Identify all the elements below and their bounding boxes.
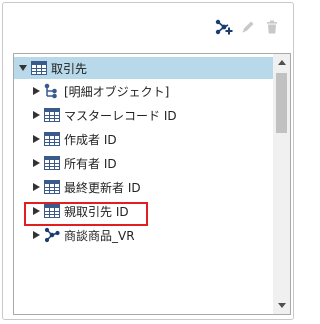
tree-item[interactable]: 作成者 ID	[14, 127, 273, 151]
edit-button[interactable]	[239, 18, 257, 36]
expand-arrow-down-icon[interactable]	[18, 64, 28, 72]
trash-icon	[267, 20, 277, 34]
vertical-scrollbar[interactable]	[273, 54, 290, 314]
expand-arrow-right-icon[interactable]	[31, 87, 41, 95]
tree-item-label: 親取引先 ID	[64, 204, 129, 219]
scroll-down-icon[interactable]	[273, 297, 290, 314]
table-icon	[44, 107, 60, 123]
expand-arrow-right-icon[interactable]	[31, 183, 41, 191]
object-tree: 取引先 [明細オブジェクト] マスターレコード ID 作成者 ID 所有者 ID…	[13, 53, 291, 315]
tree-item-label: 最終更新者 ID	[64, 180, 141, 195]
tree-item[interactable]: [明細オブジェクト]	[14, 79, 273, 103]
toolbar	[209, 17, 281, 37]
tree-item-label: [明細オブジェクト]	[64, 84, 170, 99]
relation-icon	[44, 227, 60, 243]
scrollbar-thumb[interactable]	[276, 73, 287, 133]
tree-item[interactable]: 親取引先 ID	[14, 199, 273, 223]
scroll-up-icon[interactable]	[273, 54, 290, 71]
tree-item-label: マスターレコード ID	[64, 108, 177, 123]
tree-item-label: 所有者 ID	[64, 156, 117, 171]
table-icon	[44, 131, 60, 147]
table-icon	[31, 60, 47, 76]
tree-item[interactable]: マスターレコード ID	[14, 103, 273, 127]
tree-item-label: 商談商品_VR	[64, 228, 135, 243]
tree-item[interactable]: 所有者 ID	[14, 151, 273, 175]
expand-arrow-right-icon[interactable]	[31, 135, 41, 143]
tree-item[interactable]: 最終更新者 ID	[14, 175, 273, 199]
tree-root-row[interactable]: 取引先	[14, 57, 273, 79]
table-icon	[44, 155, 60, 171]
tree-item-label: 作成者 ID	[64, 132, 117, 147]
expand-arrow-right-icon[interactable]	[31, 207, 41, 215]
pencil-icon	[242, 21, 254, 33]
tree-root-label: 取引先	[51, 61, 88, 76]
hierarchy-icon	[44, 83, 60, 99]
expand-arrow-right-icon[interactable]	[31, 111, 41, 119]
expand-arrow-right-icon[interactable]	[31, 231, 41, 239]
expand-arrow-right-icon[interactable]	[31, 159, 41, 167]
field-tree-panel: 取引先 [明細オブジェクト] マスターレコード ID 作成者 ID 所有者 ID…	[2, 2, 294, 320]
table-icon	[44, 179, 60, 195]
delete-button[interactable]	[263, 18, 281, 36]
table-icon	[44, 203, 60, 219]
tree-content: 取引先 [明細オブジェクト] マスターレコード ID 作成者 ID 所有者 ID…	[14, 54, 273, 314]
add-relation-button[interactable]	[215, 18, 233, 36]
tree-item-highlighted[interactable]: 商談商品_VR	[14, 223, 273, 247]
add-relation-icon	[215, 19, 233, 35]
